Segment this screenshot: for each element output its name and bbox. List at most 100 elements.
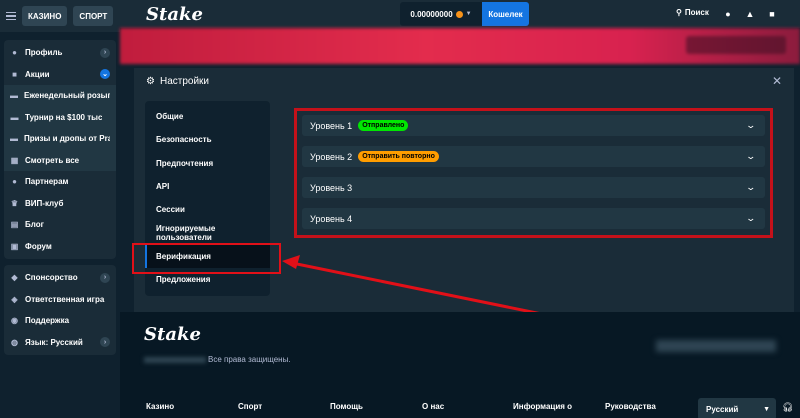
rights-text: Все права защищены. [208, 355, 291, 364]
support-icon: ◉ [11, 316, 18, 326]
sidebar-item-forum[interactable]: ▣ Форум [4, 236, 116, 258]
sidebar-item-label: Язык: Русский [25, 337, 83, 347]
blog-icon: ▤ [10, 220, 19, 230]
footer-logo: Stake [144, 324, 201, 345]
globe-icon: ◍ [11, 337, 18, 347]
sidebar-item-sponsorship[interactable]: ◆ Спонсорство › [4, 267, 116, 289]
sidebar-item-view-all[interactable]: ▦ Смотреть все [4, 150, 116, 172]
sidebar-item-profile[interactable]: ● Профиль › [4, 42, 116, 64]
promotions-submenu: ▬ Еженедельный розыгрыш ▬ Турнир на $100… [4, 85, 116, 171]
chevron-down-icon: ⌄ [745, 182, 757, 192]
sidebar-item-pragmatic-drops[interactable]: ▬ Призы и дропы от Pragmatic [4, 128, 116, 150]
level-1-accordion[interactable]: Уровень 1 Отправлено ⌄ [302, 115, 765, 136]
sidebar-item-label: Профиль [25, 48, 63, 58]
sidebar-item-label: Призы и дропы от Pragmatic [24, 134, 110, 144]
status-badge: Отправить повторно [358, 151, 439, 162]
people-icon: ● [12, 177, 17, 187]
sidebar-item-blog[interactable]: ▤ Блог [4, 214, 116, 236]
sidebar-item-tournament[interactable]: ▬ Турнир на $100 тыс [4, 107, 116, 129]
footer-col-info: Информация о [513, 402, 573, 411]
sidebar-item-label: Форум [25, 241, 52, 251]
user-icon[interactable]: ● [723, 9, 733, 19]
search-icon: ⚲ [676, 8, 682, 17]
modal-title: ⚙ Настройки [146, 76, 209, 87]
sidebar-item-promotions[interactable]: ■ Акции ⌄ [4, 64, 116, 86]
footer-col-about: О нас [422, 402, 445, 411]
stake-logo[interactable]: Stake [146, 4, 203, 25]
balance-selector[interactable]: 0.00000000 ▼ [400, 2, 482, 26]
menu-icon[interactable] [6, 11, 16, 21]
sidebar-item-label: Еженедельный розыгрыш [24, 91, 110, 101]
sidebar-item-label: Блог [25, 220, 44, 230]
gift-icon: ■ [12, 69, 17, 79]
tab-casino[interactable]: КАЗИНО [22, 6, 68, 26]
level-label: Уровень 3 [310, 182, 353, 193]
footer-col-guides: Руководства [605, 402, 656, 411]
sidebar-item-label: Спонсорство [25, 273, 78, 283]
level-3-accordion[interactable]: Уровень 3 ⌄ [302, 177, 765, 198]
balance-value: 0.00000000 [410, 9, 453, 19]
sidebar-item-support[interactable]: ◉ Поддержка [4, 310, 116, 332]
sidebar-item-label: Поддержка [25, 316, 70, 326]
sponsor-icon: ◆ [11, 273, 18, 283]
language-select[interactable]: Русский ▼ [698, 398, 776, 418]
status-badge: Отправлено [358, 120, 409, 131]
chevron-right-icon: › [100, 272, 110, 283]
ticket-icon: ▬ [10, 91, 18, 101]
level-4-accordion[interactable]: Уровень 4 ⌄ [302, 208, 765, 229]
grid-icon: ▦ [10, 155, 19, 165]
sidebar-item-affiliate[interactable]: ● Партнерам [4, 171, 116, 193]
sidebar-item-language[interactable]: ◍ Язык: Русский › [4, 332, 116, 354]
chevron-right-icon: › [100, 47, 110, 58]
topbar: Stake 0.00000000 ▼ Кошелек ⚲ Поиск ● ▲ ■ [120, 0, 800, 28]
chevron-down-icon: ⌄ [745, 213, 757, 223]
sidebar-item-label: Смотреть все [25, 155, 80, 165]
chat-icon[interactable]: ■ [767, 9, 777, 19]
menu-item-general[interactable]: Общие [145, 105, 270, 128]
user-icon: ● [12, 48, 17, 58]
promo-banner[interactable] [120, 28, 800, 64]
footer-rights: Все права защищены. [144, 355, 291, 364]
shield-icon: ◈ [11, 294, 18, 304]
sidebar-item-weekly-raffle[interactable]: ▬ Еженедельный розыгрыш [4, 85, 116, 107]
headset-icon[interactable]: 🎧︎ [782, 402, 793, 413]
modal-title-text: Настройки [159, 76, 210, 87]
chevron-down-icon: ▼ [465, 11, 472, 17]
trophy-icon: ▬ [10, 112, 19, 122]
sidebar-item-responsible-gaming[interactable]: ◈ Ответственная игра [4, 289, 116, 311]
footer-col-sports: Спорт [238, 402, 263, 411]
sidebar-group-info: ◆ Спонсорство › ◈ Ответственная игра ◉ П… [4, 265, 116, 355]
level-label: Уровень 2 [310, 151, 353, 162]
bitcoin-icon [455, 10, 463, 18]
sidebar-item-label: ВИП-клуб [25, 198, 64, 208]
chevron-down-icon: ▼ [763, 405, 770, 413]
gear-icon: ⚙ [146, 76, 155, 87]
sidebar-item-vip[interactable]: ♛ ВИП-клуб [4, 193, 116, 215]
forum-icon: ▣ [10, 241, 19, 251]
footer-col-help: Помощь [330, 402, 363, 411]
bell-icon[interactable]: ▲ [745, 9, 755, 19]
sidebar-top: КАЗИНО СПОРТ [0, 0, 120, 32]
sidebar-item-label: Партнерам [25, 177, 69, 187]
sidebar-item-label: Ответственная игра [25, 294, 105, 304]
menu-item-sessions[interactable]: Сессии [145, 198, 270, 221]
search-label: Поиск [684, 8, 709, 17]
menu-item-preferences[interactable]: Предпочтения [145, 152, 270, 175]
chevron-down-icon: ⌄ [745, 151, 757, 161]
menu-item-ignored-users[interactable]: Игнорируемые пользователи [145, 221, 270, 244]
chevron-down-icon: ⌄ [100, 69, 110, 80]
sidebar-group-profile: ● Профиль › ■ Акции ⌄ ▬ Еженедельный роз… [4, 40, 116, 259]
menu-item-api[interactable]: API [145, 175, 270, 198]
tab-sports[interactable]: СПОРТ [73, 6, 114, 26]
verification-levels-highlight: Уровень 1 Отправлено ⌄ Уровень 2 Отправи… [294, 108, 773, 238]
wallet-button[interactable]: Кошелек [482, 2, 529, 26]
level-2-accordion[interactable]: Уровень 2 Отправить повторно ⌄ [302, 146, 765, 167]
language-value: Русский [706, 404, 739, 414]
level-label: Уровень 4 [310, 213, 353, 224]
crown-icon: ♛ [10, 198, 19, 208]
menu-item-security[interactable]: Безопасность [145, 128, 270, 151]
sidebar-item-label: Акции [25, 69, 50, 79]
chevron-down-icon: ⌄ [745, 120, 757, 130]
search-button[interactable]: ⚲ Поиск [676, 8, 709, 17]
close-icon[interactable]: ✕ [772, 74, 782, 88]
